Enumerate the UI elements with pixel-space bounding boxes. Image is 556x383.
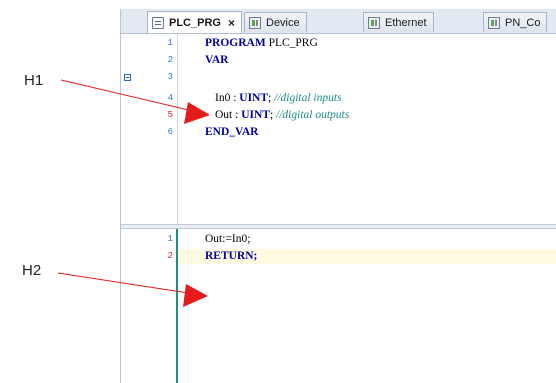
- device-icon: [249, 16, 261, 29]
- code-line-current[interactable]: 2 RETURN;: [168, 249, 556, 264]
- tab-device[interactable]: Device: [244, 12, 307, 32]
- tab-ethernet[interactable]: Ethernet: [363, 12, 434, 32]
- device-icon: [368, 16, 380, 29]
- code-text[interactable]: END_VAR: [205, 125, 258, 140]
- identifier: PLC_PRG: [265, 37, 318, 49]
- code-line[interactable]: 5 Out : UINT; //digital outputs: [121, 108, 556, 123]
- keyword: PROGRAM: [205, 37, 266, 49]
- line-number: 1: [167, 234, 173, 244]
- code-line[interactable]: 2 VAR: [121, 53, 556, 68]
- tab-plc-prg[interactable]: PLC_PRG ×: [147, 11, 242, 33]
- tab-label: Device: [266, 16, 300, 29]
- code-text[interactable]: RETURN;: [205, 249, 257, 264]
- document-icon: [152, 16, 164, 29]
- line-number: 2: [167, 55, 173, 65]
- code-text[interactable]: VAR: [205, 53, 228, 68]
- device-icon: [488, 16, 500, 29]
- code-text[interactable]: PROGRAM PLC_PRG: [205, 36, 318, 51]
- collapse-icon[interactable]: [124, 74, 131, 81]
- declaration-editor[interactable]: 1 PROGRAM PLC_PRG 2 VAR 3 4 In0 : UINT; …: [121, 34, 556, 224]
- keyword: END_VAR: [205, 126, 259, 138]
- line-number: 6: [167, 127, 173, 137]
- code-line[interactable]: 3: [121, 70, 556, 85]
- type-keyword: UINT: [241, 109, 270, 121]
- variable-name: In0 :: [215, 92, 240, 104]
- line-number: 2: [167, 251, 173, 261]
- code-line[interactable]: 6 END_VAR: [121, 125, 556, 140]
- tab-label: PN_Co: [505, 16, 541, 29]
- comment: //digital outputs: [276, 109, 350, 121]
- code-text[interactable]: In0 : UINT; //digital inputs: [215, 91, 342, 106]
- keyword: VAR: [205, 54, 229, 66]
- line-number: 4: [167, 93, 173, 103]
- code-text[interactable]: Out : UINT; //digital outputs: [215, 108, 349, 123]
- close-icon[interactable]: ×: [228, 16, 235, 30]
- tab-label: Ethernet: [385, 16, 427, 29]
- line-number: 3: [167, 72, 173, 82]
- line-number: 1: [167, 38, 173, 48]
- code-line[interactable]: 1 Out:=In0;: [121, 232, 556, 247]
- code-text[interactable]: Out:=In0;: [205, 232, 250, 247]
- implementation-editor[interactable]: 1 Out:=In0; 2 RETURN;: [121, 229, 556, 383]
- tab-label: PLC_PRG: [169, 16, 221, 29]
- h1-label: H1: [24, 72, 44, 89]
- h2-label: H2: [22, 262, 42, 279]
- comment: //digital inputs: [274, 92, 342, 104]
- line-number: 5: [167, 110, 173, 120]
- type-keyword: UINT: [239, 92, 269, 104]
- code-line[interactable]: 1 PROGRAM PLC_PRG: [121, 36, 556, 51]
- editor-tab-bar: PLC_PRG × Device Ethernet PN_Co: [121, 9, 556, 34]
- code-line[interactable]: 4 In0 : UINT; //digital inputs: [121, 91, 556, 106]
- variable-name: Out :: [215, 109, 242, 121]
- pou-editor: PLC_PRG × Device Ethernet PN_Co 1 PROGRA…: [120, 9, 556, 383]
- tab-pn-controller[interactable]: PN_Co: [483, 12, 548, 32]
